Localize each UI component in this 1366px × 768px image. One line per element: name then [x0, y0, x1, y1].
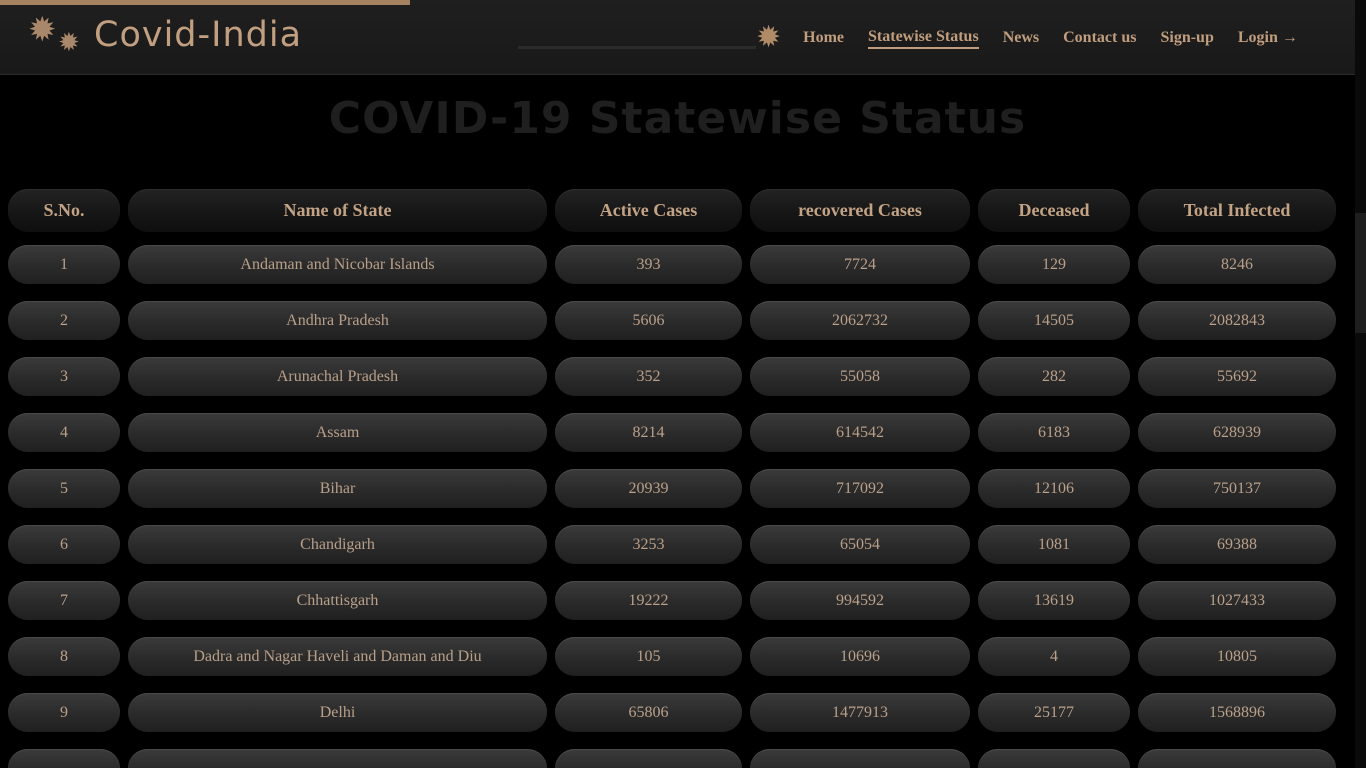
table-row: 8 Dadra and Nagar Haveli and Daman and Di…	[8, 637, 1338, 680]
cell-recovered	[750, 749, 970, 768]
cell-sno: 4	[8, 413, 120, 452]
table-row: 5 Bihar 20939 717092 12106 750137	[8, 469, 1338, 512]
table-row: 4 Assam 8214 614542 6183 628939	[8, 413, 1338, 456]
cell-sno: 5	[8, 469, 120, 508]
table-row: 1 Andaman and Nicobar Islands 393 7724 129 82…	[8, 245, 1338, 288]
arrow-right-icon: →	[1277, 29, 1298, 46]
nav-divider	[518, 46, 756, 49]
cell-active: 3253	[555, 525, 742, 564]
cell-active: 8214	[555, 413, 742, 452]
cell-active: 352	[555, 357, 742, 396]
nav-sign-up[interactable]: Sign-up	[1160, 29, 1213, 47]
cell-state: Assam	[128, 413, 547, 452]
cell-recovered: 65054	[750, 525, 970, 564]
cell-total	[1138, 749, 1336, 768]
cell-deceased: 282	[978, 357, 1130, 396]
cell-total: 2082843	[1138, 301, 1336, 340]
cell-deceased: 129	[978, 245, 1130, 284]
cell-state: Chandigarh	[128, 525, 547, 564]
cell-sno: 3	[8, 357, 120, 396]
cell-recovered: 55058	[750, 357, 970, 396]
gears-icon: ✹ ✹	[28, 12, 80, 57]
page-title: COVID-19 Statewise Status	[328, 93, 1027, 144]
nav-contact-us[interactable]: Contact us	[1063, 29, 1136, 47]
brand-logo[interactable]: ✹ ✹ Covid-India	[28, 14, 302, 56]
cell-state: Delhi	[128, 693, 547, 732]
cell-state: Arunachal Pradesh	[128, 357, 547, 396]
cell-deceased	[978, 749, 1130, 768]
brand-name: Covid-India	[94, 15, 303, 55]
cell-sno: 9	[8, 693, 120, 732]
cell-sno	[8, 749, 120, 768]
scrollbar[interactable]	[1355, 0, 1366, 768]
cell-total: 1027433	[1138, 581, 1336, 620]
cell-active: 393	[555, 245, 742, 284]
cell-active: 105	[555, 637, 742, 676]
table-row: 3 Arunachal Pradesh 352 55058 282 55692	[8, 357, 1338, 400]
cell-deceased: 1081	[978, 525, 1130, 564]
header-active: Active Cases	[555, 189, 742, 232]
cell-sno: 6	[8, 525, 120, 564]
cell-state: Bihar	[128, 469, 547, 508]
cell-total: 10805	[1138, 637, 1336, 676]
table-row-partial	[8, 749, 1338, 768]
cell-state	[128, 749, 547, 768]
cell-state: Dadra and Nagar Haveli and Daman and Diu	[128, 637, 547, 676]
table-row: 6 Chandigarh 3253 65054 1081 69388	[8, 525, 1338, 568]
cell-total: 1568896	[1138, 693, 1336, 732]
cell-active: 5606	[555, 301, 742, 340]
cell-state: Chhattisgarh	[128, 581, 547, 620]
cell-active: 19222	[555, 581, 742, 620]
cell-deceased: 6183	[978, 413, 1130, 452]
nav-home[interactable]: Home	[803, 29, 844, 47]
cell-sno: 8	[8, 637, 120, 676]
header-recovered: recovered Cases	[750, 189, 970, 232]
cell-deceased: 13619	[978, 581, 1130, 620]
cell-state: Andaman and Nicobar Islands	[128, 245, 547, 284]
cell-total: 750137	[1138, 469, 1336, 508]
nav-login[interactable]: Login →	[1238, 29, 1298, 47]
cell-recovered: 2062732	[750, 301, 970, 340]
cell-total: 55692	[1138, 357, 1336, 396]
table-row: 2 Andhra Pradesh 5606 2062732 14505 2082843	[8, 301, 1338, 344]
nav-login-label: Login	[1237, 29, 1278, 46]
cell-sno: 1	[8, 245, 120, 284]
header-sno: S.No.	[8, 189, 120, 232]
cell-deceased: 14505	[978, 301, 1130, 340]
cell-recovered: 1477913	[750, 693, 970, 732]
main-nav: ✹ Home Statewise Status News Contact us …	[756, 20, 1298, 56]
cell-total: 628939	[1138, 413, 1336, 452]
sun-icon[interactable]: ✹	[756, 23, 781, 53]
cell-recovered: 7724	[750, 245, 970, 284]
cell-deceased: 4	[978, 637, 1130, 676]
table-row: 9 Delhi 65806 1477913 25177 1568896	[8, 693, 1338, 736]
cell-deceased: 12106	[978, 469, 1130, 508]
header-total: Total Infected	[1138, 189, 1336, 232]
cell-recovered: 994592	[750, 581, 970, 620]
cell-recovered: 10696	[750, 637, 970, 676]
nav-statewise-status[interactable]: Statewise Status	[868, 28, 979, 49]
cell-active: 20939	[555, 469, 742, 508]
cell-active	[555, 749, 742, 768]
cell-state: Andhra Pradesh	[128, 301, 547, 340]
table-header-row: S.No. Name of State Active Cases recover…	[8, 189, 1338, 232]
scrollbar-thumb[interactable]	[1355, 213, 1366, 333]
statewise-table: S.No. Name of State Active Cases recover…	[8, 189, 1338, 768]
header-deceased: Deceased	[978, 189, 1130, 232]
cell-deceased: 25177	[978, 693, 1130, 732]
table-row: 7 Chhattisgarh 19222 994592 13619 1027433	[8, 581, 1338, 624]
cell-sno: 7	[8, 581, 120, 620]
cell-active: 65806	[555, 693, 742, 732]
navbar: ✹ ✹ Covid-India ✹ Home Statewise Status N…	[0, 0, 1355, 75]
cell-recovered: 614542	[750, 413, 970, 452]
page-progress-bar	[0, 0, 410, 5]
cell-total: 69388	[1138, 525, 1336, 564]
header-state: Name of State	[128, 189, 547, 232]
cell-total: 8246	[1138, 245, 1336, 284]
cell-sno: 2	[8, 301, 120, 340]
nav-news[interactable]: News	[1003, 29, 1039, 47]
cell-recovered: 717092	[750, 469, 970, 508]
